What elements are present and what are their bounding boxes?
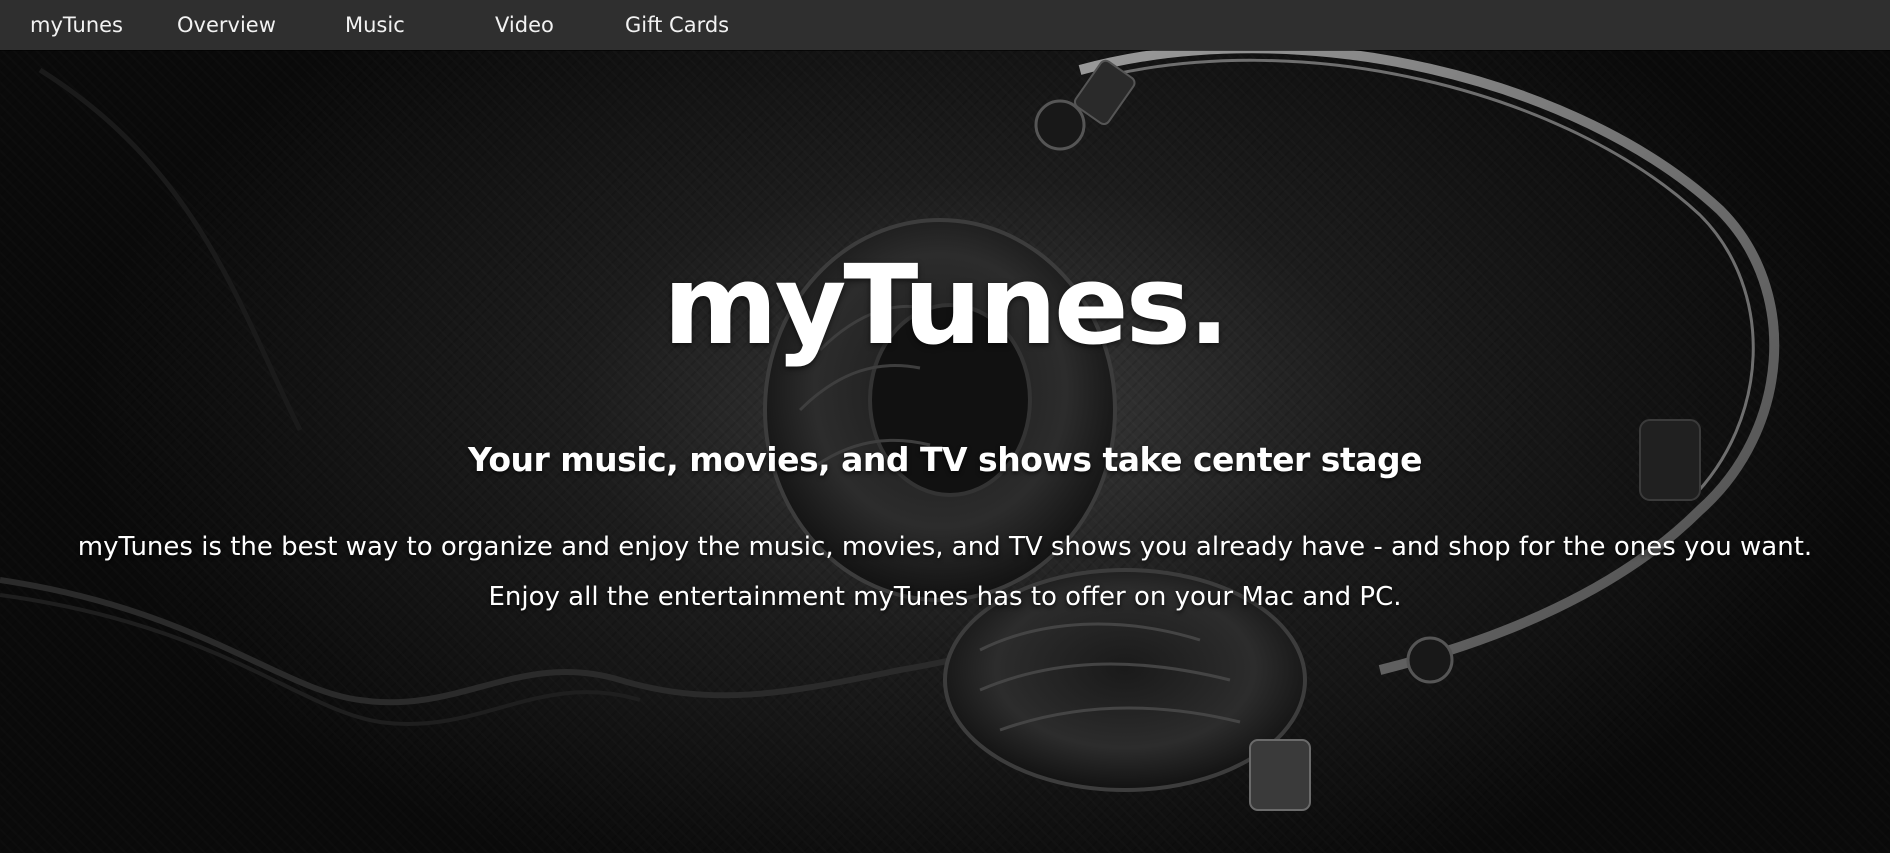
- hero-content: myTunes. Your music, movies, and TV show…: [0, 50, 1890, 853]
- hero-description: myTunes is the best way to organize and …: [0, 522, 1890, 622]
- hero-description-line-1: myTunes is the best way to organize and …: [77, 532, 1813, 562]
- hero-title: myTunes.: [663, 241, 1230, 369]
- hero-subtitle: Your music, movies, and TV shows take ce…: [468, 440, 1423, 479]
- nav-item-gift-cards[interactable]: Gift Cards: [625, 0, 729, 50]
- nav-item-music[interactable]: Music: [345, 0, 405, 50]
- hero-section: myTunes. Your music, movies, and TV show…: [0, 50, 1890, 853]
- hero-description-line-2: Enjoy all the entertainment myTunes has …: [488, 582, 1402, 612]
- nav-item-overview[interactable]: Overview: [177, 0, 276, 50]
- nav-item-video[interactable]: Video: [495, 0, 554, 50]
- top-navbar: myTunes Overview Music Video Gift Cards: [0, 0, 1890, 50]
- nav-brand-link[interactable]: myTunes: [30, 0, 123, 50]
